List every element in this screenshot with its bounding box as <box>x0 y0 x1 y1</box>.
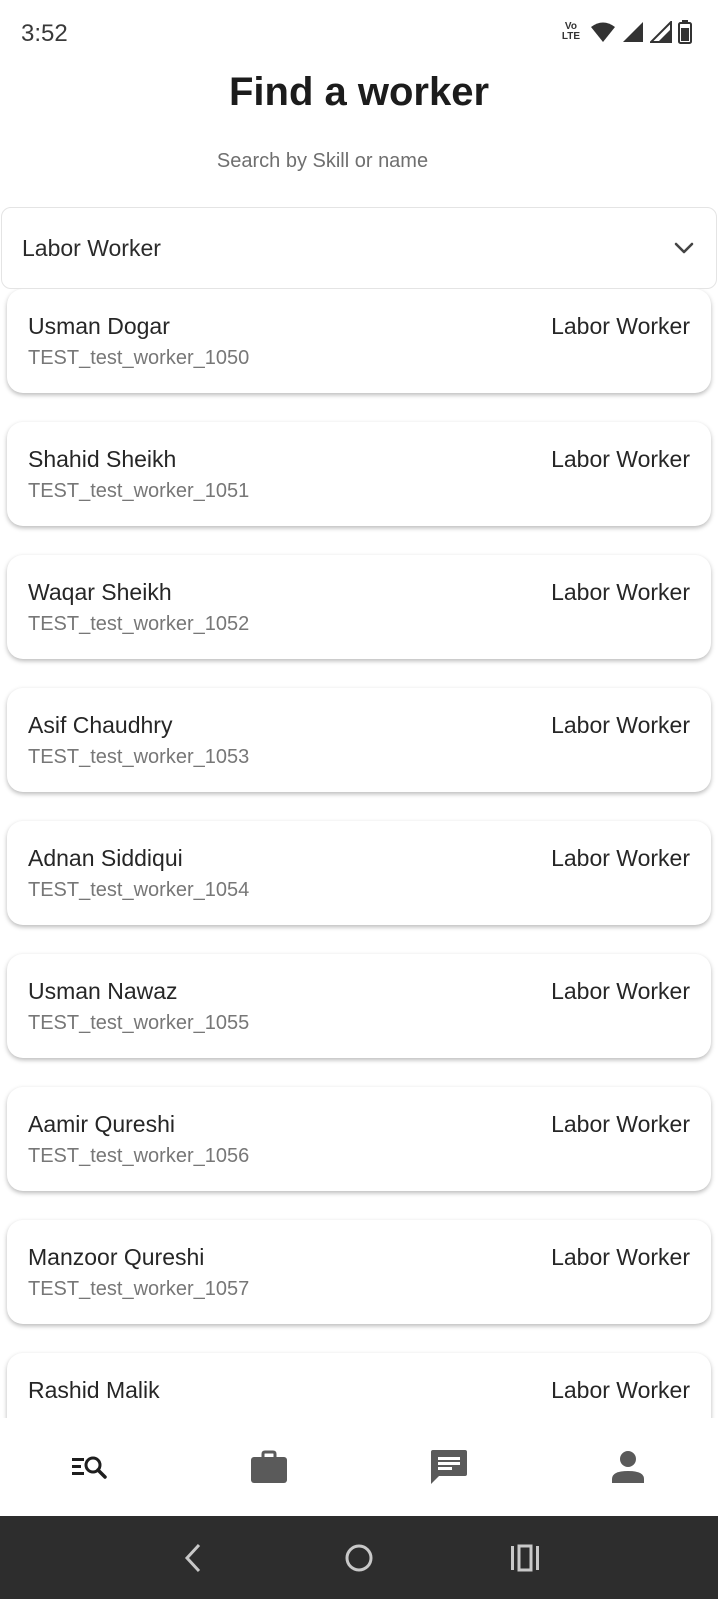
worker-id: TEST_test_worker_1056 <box>28 1145 250 1167</box>
skill-dropdown[interactable]: Labor Worker <box>1 207 717 289</box>
worker-name: Rashid Malik <box>28 1377 160 1403</box>
worker-card[interactable]: Aamir Qureshi Labor Worker TEST_test_wor… <box>7 1087 711 1191</box>
worker-name: Manzoor Qureshi <box>28 1244 205 1270</box>
worker-name: Shahid Sheikh <box>28 446 177 472</box>
worker-skill: Labor Worker <box>551 978 690 1004</box>
back-button[interactable] <box>163 1528 223 1588</box>
home-icon <box>345 1544 373 1571</box>
person-icon <box>612 1451 645 1483</box>
back-icon <box>184 1543 201 1572</box>
worker-name: Asif Chaudhry <box>28 712 173 738</box>
worker-id: TEST_test_worker_1054 <box>28 879 250 901</box>
status-icons: Vo LTE <box>562 20 692 44</box>
nav-profile[interactable] <box>539 1418 718 1516</box>
signal-icon <box>623 22 643 42</box>
worker-card[interactable]: Asif Chaudhry Labor Worker TEST_test_wor… <box>7 688 711 792</box>
worker-skill: Labor Worker <box>551 446 690 472</box>
skill-dropdown-value: Labor Worker <box>22 234 161 261</box>
worker-id: TEST_test_worker_1057 <box>28 1278 250 1300</box>
worker-list[interactable]: Usman Dogar Labor Worker TEST_test_worke… <box>0 289 718 1418</box>
search-hint: Search by Skill or name <box>216 150 429 172</box>
worker-card[interactable]: Shahid Sheikh Labor Worker TEST_test_wor… <box>7 422 711 526</box>
worker-skill: Labor Worker <box>551 1244 690 1270</box>
chevron-down-icon <box>674 242 694 254</box>
nav-find-worker[interactable] <box>0 1418 180 1516</box>
recents-button[interactable] <box>495 1528 555 1588</box>
recents-icon <box>511 1544 539 1571</box>
status-time: 3:52 <box>21 20 68 47</box>
worker-card[interactable]: Usman Dogar Labor Worker TEST_test_worke… <box>7 289 711 393</box>
bottom-nav <box>0 1418 718 1516</box>
chat-icon <box>430 1450 467 1484</box>
worker-id: TEST_test_worker_1053 <box>28 746 250 768</box>
worker-id: TEST_test_worker_1055 <box>28 1012 250 1034</box>
worker-skill: Labor Worker <box>551 1111 690 1137</box>
briefcase-icon <box>251 1450 288 1483</box>
worker-id: TEST_test_worker_1050 <box>28 347 250 369</box>
worker-name: Usman Nawaz <box>28 978 178 1004</box>
worker-skill: Labor Worker <box>551 712 690 738</box>
worker-name: Adnan Siddiqui <box>28 845 183 871</box>
search-list-icon <box>71 1456 107 1479</box>
worker-card[interactable]: Adnan Siddiqui Labor Worker TEST_test_wo… <box>7 821 711 925</box>
wifi-icon <box>591 22 615 42</box>
worker-skill: Labor Worker <box>551 845 690 871</box>
worker-skill: Labor Worker <box>551 1377 690 1403</box>
worker-id: TEST_test_worker_1052 <box>28 613 250 635</box>
worker-card[interactable]: Rashid Malik Labor Worker <box>7 1353 711 1418</box>
system-nav-bar <box>0 1516 718 1599</box>
worker-skill: Labor Worker <box>551 313 690 339</box>
worker-card[interactable]: Waqar Sheikh Labor Worker TEST_test_work… <box>7 555 711 659</box>
nav-jobs[interactable] <box>180 1418 360 1516</box>
nav-chat[interactable] <box>359 1418 539 1516</box>
worker-skill: Labor Worker <box>551 579 690 605</box>
worker-name: Waqar Sheikh <box>28 579 172 605</box>
page-title: Find a worker <box>228 70 490 114</box>
worker-name: Aamir Qureshi <box>28 1111 175 1137</box>
signal-icon <box>650 21 672 43</box>
home-button[interactable] <box>329 1528 389 1588</box>
worker-name: Usman Dogar <box>28 313 170 339</box>
worker-id: TEST_test_worker_1051 <box>28 480 250 502</box>
battery-icon <box>678 20 692 44</box>
worker-card[interactable]: Usman Nawaz Labor Worker TEST_test_worke… <box>7 954 711 1058</box>
worker-card[interactable]: Manzoor Qureshi Labor Worker TEST_test_w… <box>7 1220 711 1324</box>
volte-icon: Vo LTE <box>561 21 580 42</box>
status-bar: 3:52 Vo LTE <box>0 0 718 70</box>
